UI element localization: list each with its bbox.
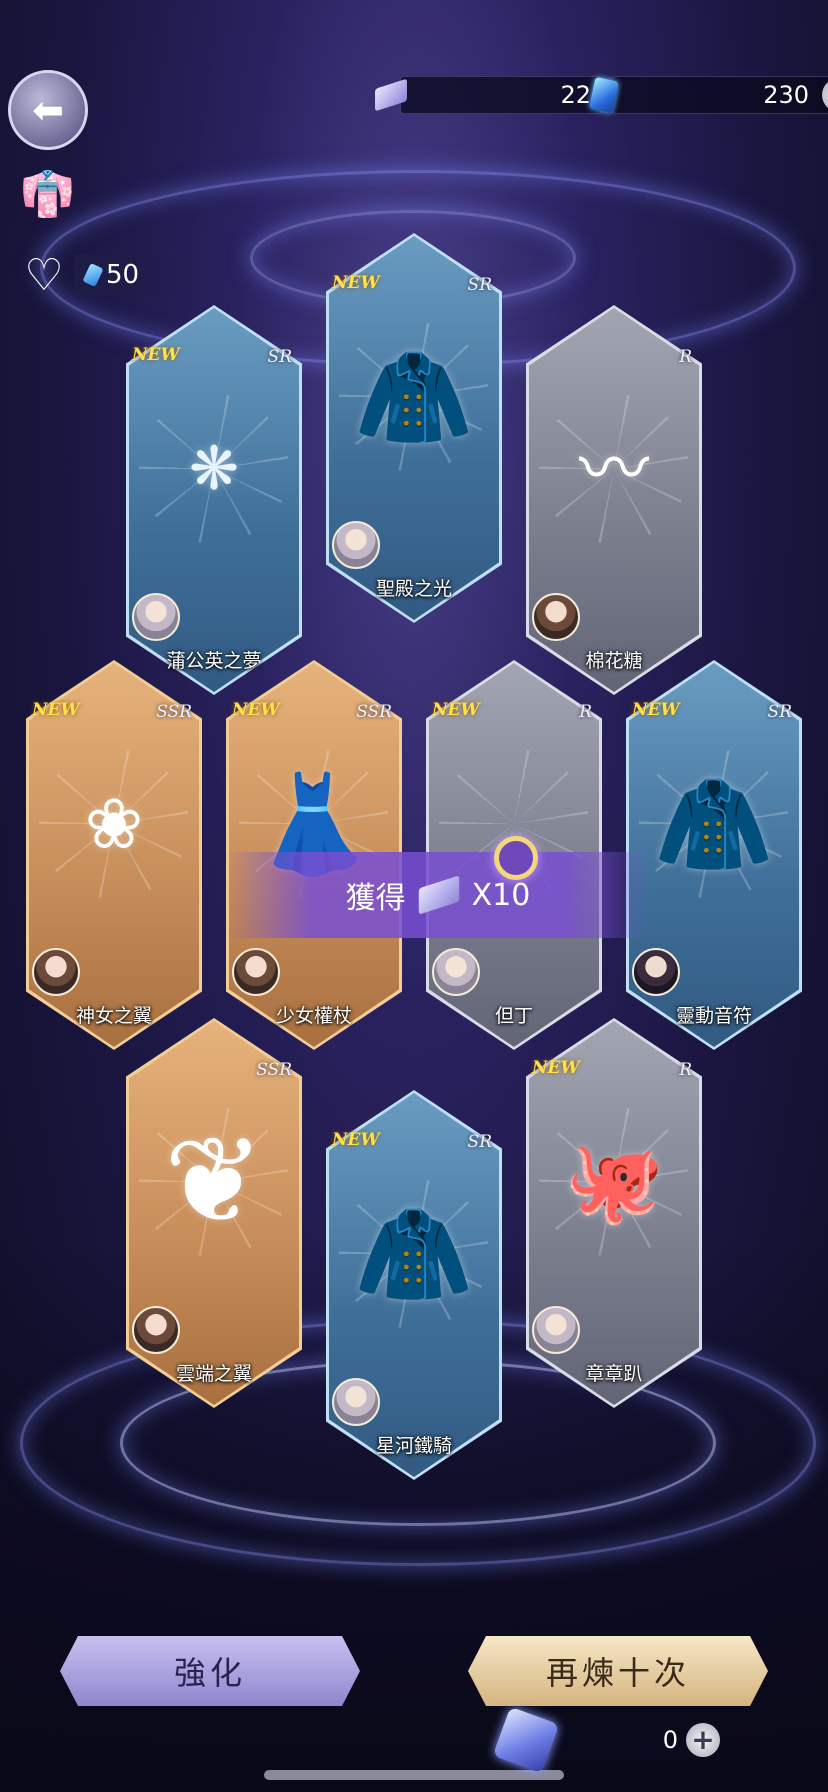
reward-card[interactable]: NEW SR 🧥 星河鐵騎	[326, 1090, 502, 1480]
new-badge: NEW	[532, 1058, 580, 1078]
rarity-badge: R	[679, 1060, 692, 1080]
reward-card[interactable]: NEW SR ❋ 蒲公英之夢	[126, 305, 302, 695]
reward-card[interactable]: SSR ❦ 雲端之翼	[126, 1018, 302, 1408]
refine-ten-button[interactable]: 再煉十次	[468, 1636, 768, 1706]
reward-card[interactable]: NEW SSR ❀ 神女之翼	[26, 660, 202, 1050]
heart-bar: 50	[74, 255, 196, 295]
reward-card[interactable]: NEW SR 🧥 聖殿之光	[326, 233, 502, 623]
avatar	[532, 1306, 580, 1354]
rarity-badge: SSR	[156, 702, 192, 722]
gem-counter: 230 +	[588, 76, 828, 114]
rarity-badge: R	[579, 702, 592, 722]
obtain-label: 獲得	[345, 881, 406, 916]
outfit-icon[interactable]: 👘	[20, 165, 75, 225]
rarity-badge: SR	[467, 1132, 492, 1152]
wings-icon: 〰	[579, 427, 649, 510]
heart-counter: ♡ 50	[14, 249, 196, 301]
avatar	[532, 593, 580, 641]
back-button[interactable]: ⬅	[8, 70, 88, 150]
avatar	[232, 948, 280, 996]
card-name: 星河鐵騎	[375, 1435, 452, 1457]
gem-value: 230	[763, 81, 809, 109]
new-badge: NEW	[132, 345, 180, 365]
new-badge: NEW	[332, 1130, 380, 1150]
avatar	[632, 948, 680, 996]
new-badge: NEW	[332, 273, 380, 293]
avatar	[332, 1378, 380, 1426]
ticket-icon	[418, 875, 459, 915]
avatar	[332, 521, 380, 569]
gem-pill: 230	[612, 76, 828, 114]
add-cube-button[interactable]: +	[686, 1723, 720, 1757]
rarity-badge: SR	[267, 347, 292, 367]
dandelion-icon: ❋	[188, 433, 240, 504]
heart-value: 50	[106, 260, 140, 290]
avatar	[32, 948, 80, 996]
ticket-pill: 22	[400, 76, 602, 114]
flower-wings-icon: ❀	[84, 782, 144, 865]
uniform-icon: 🧥	[354, 1197, 474, 1310]
angel-wings-icon: ❦	[163, 1111, 265, 1251]
obtain-banner: 獲得 X10	[226, 852, 650, 938]
card-name: 聖殿之光	[375, 578, 452, 600]
rarity-badge: SSR	[356, 702, 392, 722]
coat-icon: 🧥	[654, 767, 774, 880]
card-name: 雲端之翼	[175, 1363, 252, 1385]
new-badge: NEW	[432, 700, 480, 720]
small-gem-icon	[82, 262, 104, 288]
ring-orb-icon	[494, 836, 538, 880]
avatar	[132, 593, 180, 641]
back-arrow-icon: ⬅	[32, 88, 64, 132]
rarity-badge: SR	[767, 702, 792, 722]
rarity-badge: R	[679, 347, 692, 367]
rarity-badge: SSR	[256, 1060, 292, 1080]
ticket-value: 22	[560, 81, 591, 109]
new-badge: NEW	[32, 700, 80, 720]
home-indicator[interactable]	[264, 1770, 564, 1780]
refine-cost: 0 +	[492, 1706, 722, 1774]
new-badge: NEW	[232, 700, 280, 720]
avatar	[432, 948, 480, 996]
card-name: 章章趴	[585, 1363, 643, 1385]
reward-card[interactable]: NEW R 🐙 章章趴	[526, 1018, 702, 1408]
avatar	[132, 1306, 180, 1354]
octopus-icon: 🐙	[564, 1134, 664, 1228]
rarity-badge: SR	[467, 275, 492, 295]
heart-arrow-icon: ♡	[24, 249, 64, 301]
enhance-button[interactable]: 強化	[60, 1636, 360, 1706]
reward-card[interactable]: NEW SR 🧥 靈動音符	[626, 660, 802, 1050]
obtain-count: X10	[471, 877, 531, 913]
cost-value: 0	[662, 1726, 678, 1754]
new-badge: NEW	[632, 700, 680, 720]
ticket-counter: 22	[375, 76, 602, 114]
reward-card[interactable]: R 〰 棉花糖	[526, 305, 702, 695]
coat-icon: 🧥	[354, 340, 474, 453]
